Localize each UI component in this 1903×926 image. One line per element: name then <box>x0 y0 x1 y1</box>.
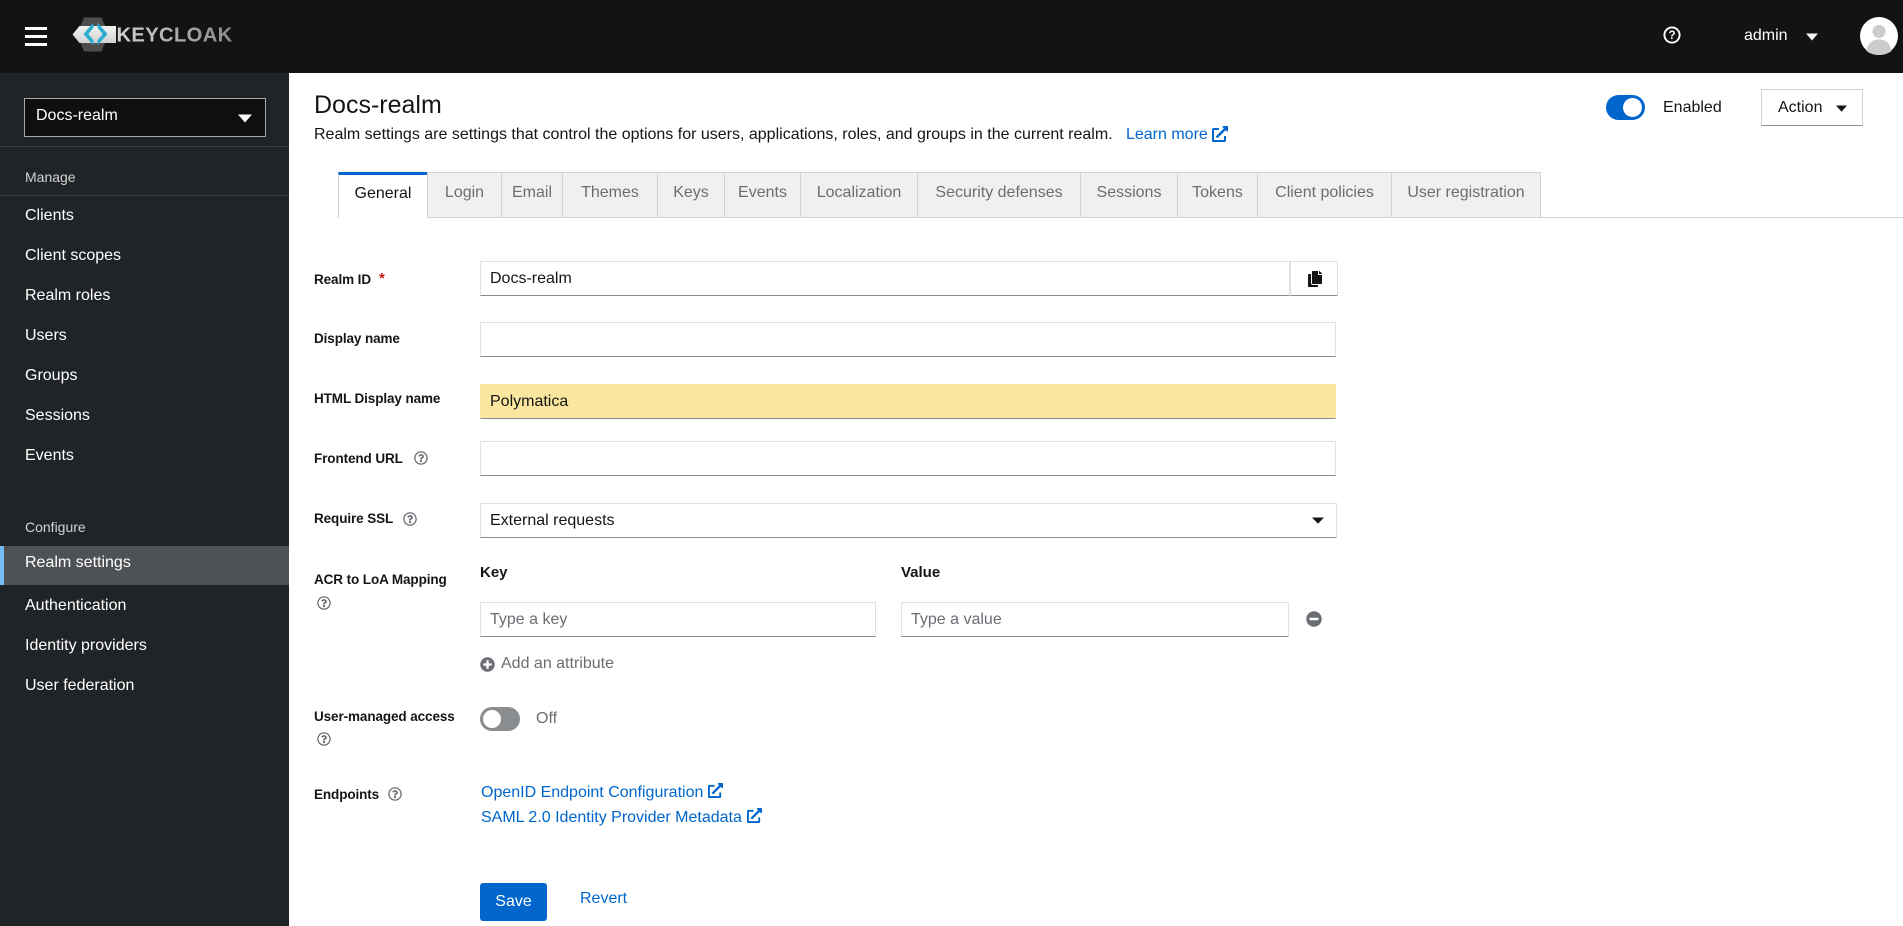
svg-text:?: ? <box>1668 30 1675 42</box>
svg-text:KEYCLOAK: KEYCLOAK <box>117 24 233 46</box>
